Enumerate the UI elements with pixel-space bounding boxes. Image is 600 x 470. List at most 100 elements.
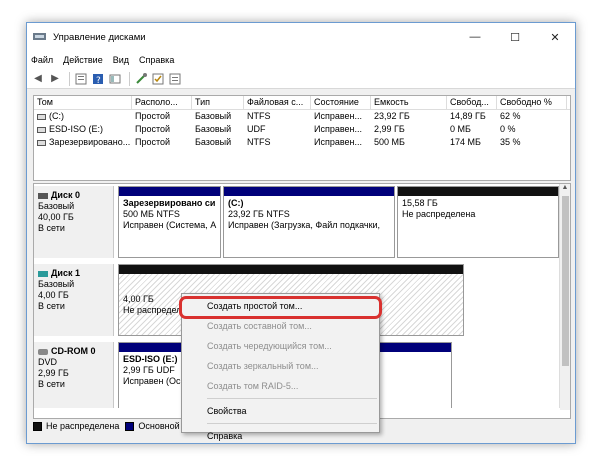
volume-percent-free: 62 % <box>500 111 521 121</box>
volume-capacity: 23,92 ГБ <box>374 111 410 121</box>
volume-type: Базовый <box>195 137 232 147</box>
legend-swatch-unallocated <box>33 421 42 431</box>
column-filesystem[interactable]: Файловая с... <box>244 96 311 109</box>
volume-capacity: 2,99 ГБ <box>374 124 405 134</box>
partition-title: (C:) <box>228 198 244 208</box>
volume-name: Зарезервировано... <box>49 137 131 147</box>
partition-status: Исправен (Загрузка, Файл подкачки, <box>228 220 381 230</box>
disk-status: В сети <box>38 379 65 389</box>
menu-separator <box>207 423 377 424</box>
volume-percent-free: 35 % <box>500 137 521 147</box>
volume-icon <box>37 139 46 146</box>
volume-filesystem: NTFS <box>247 111 271 121</box>
toolbar-separator <box>69 71 70 86</box>
partition-title: Зарезервировано си <box>123 198 216 208</box>
cdrom-icon <box>38 348 48 355</box>
disk-type: DVD <box>38 357 58 367</box>
column-percent-free[interactable]: Свободно % <box>497 96 567 109</box>
volume-name: (C:) <box>49 111 64 121</box>
partition-c[interactable]: (C:) 23,92 ГБ NTFS Исправен (Загрузка, Ф… <box>223 186 395 258</box>
volume-free: 14,89 ГБ <box>450 111 486 121</box>
legend: Не распределена Основной <box>33 419 186 433</box>
volume-filesystem: UDF <box>247 124 266 134</box>
menu-view[interactable]: Вид <box>113 55 129 65</box>
hard-disk-icon <box>38 192 48 199</box>
disk-row: Диск 0 Базовый 40,00 ГБ В сети Зарезерви… <box>34 186 560 258</box>
scroll-up-icon[interactable]: ▲ <box>560 184 570 194</box>
toolbar-separator <box>129 71 130 86</box>
volume-list: Том Располо... Тип Файловая с... Состоян… <box>33 95 571 181</box>
partition-status: Исправен (Система, А <box>123 220 217 230</box>
refresh-icon[interactable] <box>108 72 122 86</box>
table-row[interactable]: (C:) Простой Базовый NTFS Исправен... 23… <box>34 110 570 123</box>
menu-action[interactable]: Действие <box>63 55 103 65</box>
menu-help[interactable]: Справка <box>139 55 174 65</box>
scroll-thumb[interactable] <box>562 196 569 366</box>
column-type[interactable]: Тип <box>192 96 244 109</box>
volume-status: Исправен... <box>314 111 363 121</box>
highlight-outline <box>179 296 382 319</box>
menu-file[interactable]: Файл <box>31 55 53 65</box>
partition-unallocated[interactable]: 15,58 ГБ Не распределена <box>397 186 559 258</box>
volume-capacity: 500 МБ <box>374 137 405 147</box>
column-volume[interactable]: Том <box>34 96 132 109</box>
close-button[interactable]: ✕ <box>535 23 575 51</box>
disk-status: В сети <box>38 301 65 311</box>
disk-info[interactable]: CD-ROM 0 DVD 2,99 ГБ В сети <box>34 342 114 410</box>
volume-name: ESD-ISO (E:) <box>49 124 104 134</box>
partition-reserved[interactable]: Зарезервировано си 500 МБ NTFS Исправен … <box>118 186 221 258</box>
volume-type: Базовый <box>195 111 232 121</box>
title-bar: Управление дисками — ☐ ✕ <box>27 23 575 51</box>
volume-type: Базовый <box>195 124 232 134</box>
disk-size: 4,00 ГБ <box>38 290 69 300</box>
disk-size: 40,00 ГБ <box>38 212 74 222</box>
volume-status: Исправен... <box>314 137 363 147</box>
partition-bar <box>119 265 463 274</box>
volume-layout: Простой <box>135 137 171 147</box>
toolbar: ◀ ▶ ? <box>27 69 575 89</box>
vertical-scrollbar[interactable]: ▲ <box>559 184 570 410</box>
disk-size: 2,99 ГБ <box>38 368 69 378</box>
menu-bar: Файл Действие Вид Справка <box>27 51 575 69</box>
help-icon[interactable]: ? <box>91 72 105 86</box>
volume-layout: Простой <box>135 111 171 121</box>
menu-item-help[interactable]: Справка <box>182 426 379 446</box>
partition-bar <box>119 187 220 196</box>
maximize-button[interactable]: ☐ <box>495 23 535 51</box>
volume-filesystem: NTFS <box>247 137 271 147</box>
hard-disk-icon <box>38 270 48 277</box>
menu-item-new-raid5-volume: Создать том RAID-5... <box>207 381 299 391</box>
disk-info[interactable]: Диск 1 Базовый 4,00 ГБ В сети <box>34 264 114 336</box>
legend-swatch-primary <box>125 421 135 431</box>
menu-item-properties[interactable]: Свойства <box>182 401 379 421</box>
disk-management-icon <box>33 32 47 42</box>
column-status[interactable]: Состояние <box>311 96 371 109</box>
volume-percent-free: 0 % <box>500 124 516 134</box>
column-free-space[interactable]: Свобод... <box>447 96 497 109</box>
legend-unallocated: Не распределена <box>46 421 120 431</box>
disk-name: Диск 0 <box>51 190 80 200</box>
minimize-button[interactable]: — <box>455 23 495 51</box>
partition-size: 23,92 ГБ NTFS <box>228 209 290 219</box>
window-title: Управление дисками <box>53 31 146 43</box>
column-capacity[interactable]: Емкость <box>371 96 447 109</box>
partition-bar <box>398 187 558 196</box>
properties-icon[interactable] <box>74 72 88 86</box>
table-row[interactable]: Зарезервировано... Простой Базовый NTFS … <box>34 136 570 149</box>
table-row[interactable]: ESD-ISO (E:) Простой Базовый UDF Исправе… <box>34 123 570 136</box>
forward-icon[interactable]: ▶ <box>48 72 62 86</box>
partition-status: Не распределена <box>402 209 476 219</box>
check-icon[interactable] <box>151 72 165 86</box>
partition-bar <box>224 187 394 196</box>
list-icon[interactable] <box>168 72 182 86</box>
disk-info[interactable]: Диск 0 Базовый 40,00 ГБ В сети <box>34 186 114 258</box>
menu-item-new-spanned-volume: Создать составной том... <box>207 321 312 331</box>
disk-name: Диск 1 <box>51 268 80 278</box>
column-layout[interactable]: Располо... <box>132 96 192 109</box>
connect-icon[interactable] <box>134 72 148 86</box>
disk-status: В сети <box>38 223 65 233</box>
back-icon[interactable]: ◀ <box>31 72 45 86</box>
svg-text:?: ? <box>96 76 101 85</box>
volume-icon <box>37 113 46 120</box>
disk-type: Базовый <box>38 279 75 289</box>
